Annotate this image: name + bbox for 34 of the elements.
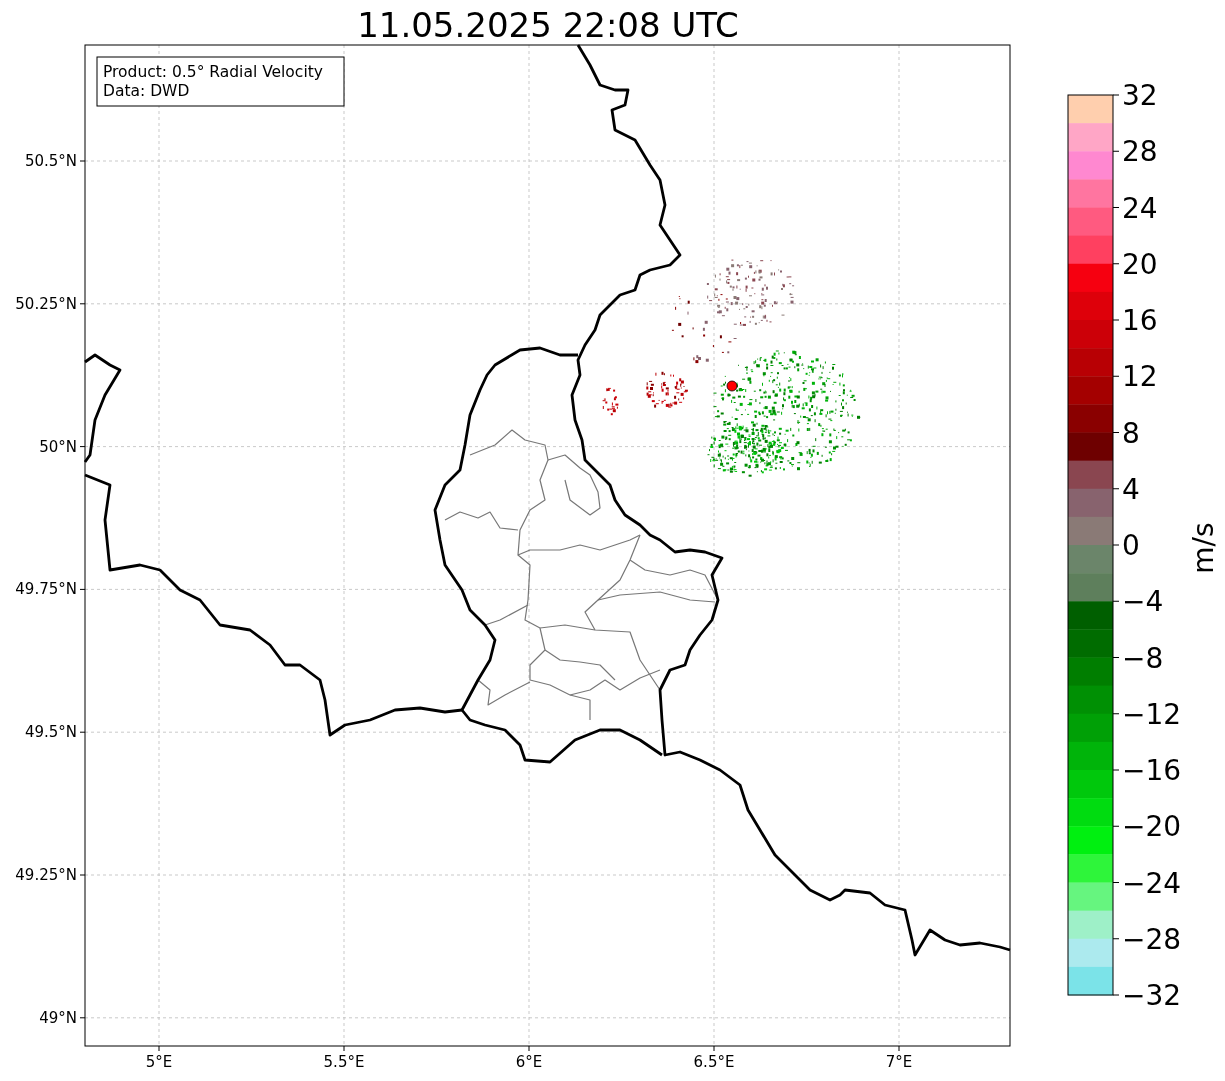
colorbar-tick-label: 8 — [1122, 416, 1140, 450]
colorbar-tick-label: 28 — [1122, 135, 1158, 169]
radar-site-marker — [726, 380, 738, 392]
latitude-label: 50.25°N — [15, 294, 77, 313]
colorbar-label: m/s — [1187, 522, 1220, 574]
chart-title: 11.05.2025 22:08 UTC — [357, 5, 739, 45]
latitude-label: 49.25°N — [15, 866, 77, 884]
longitude-label: 5.5°E — [323, 1053, 365, 1071]
colorbar-tick-label: −32 — [1122, 979, 1182, 1012]
annotation-text: Product: 0.5° Radial Velocity — [103, 63, 323, 81]
longitude-label: 5°E — [145, 1053, 173, 1071]
colorbar-tick-label: 24 — [1122, 191, 1158, 225]
longitude-label: 7°E — [885, 1053, 913, 1071]
latitude-label: 50°N — [39, 437, 77, 456]
colorbar-tick-label: −4 — [1122, 585, 1164, 619]
colorbar-tick-label: 4 — [1122, 472, 1140, 506]
colorbar-tick-label: 12 — [1122, 360, 1158, 394]
colorbar-tick-label: −28 — [1122, 922, 1182, 956]
longitude-label: 6.5°E — [693, 1053, 735, 1071]
colorbar-tick-label: −20 — [1122, 810, 1182, 844]
latitude-label: 50.5°N — [24, 152, 77, 170]
colorbar-tick-label: −12 — [1122, 697, 1182, 731]
colorbar-tick-label: 16 — [1122, 304, 1158, 337]
latitude-label: 49.5°N — [24, 723, 77, 742]
longitude-label: 6°E — [515, 1053, 543, 1071]
colorbar-tick-label: −24 — [1122, 866, 1182, 900]
annotation-text: Data: DWD — [103, 82, 190, 100]
colorbar-tick-label: 32 — [1122, 79, 1158, 112]
colorbar-tick-label: 0 — [1122, 529, 1140, 562]
colorbar-tick-label: −8 — [1122, 641, 1164, 675]
colorbar-tick-label: −16 — [1122, 754, 1182, 787]
colorbar-tick-label: 20 — [1122, 247, 1158, 281]
latitude-label: 49.75°N — [15, 580, 77, 599]
latitude-label: 49°N — [39, 1008, 77, 1027]
